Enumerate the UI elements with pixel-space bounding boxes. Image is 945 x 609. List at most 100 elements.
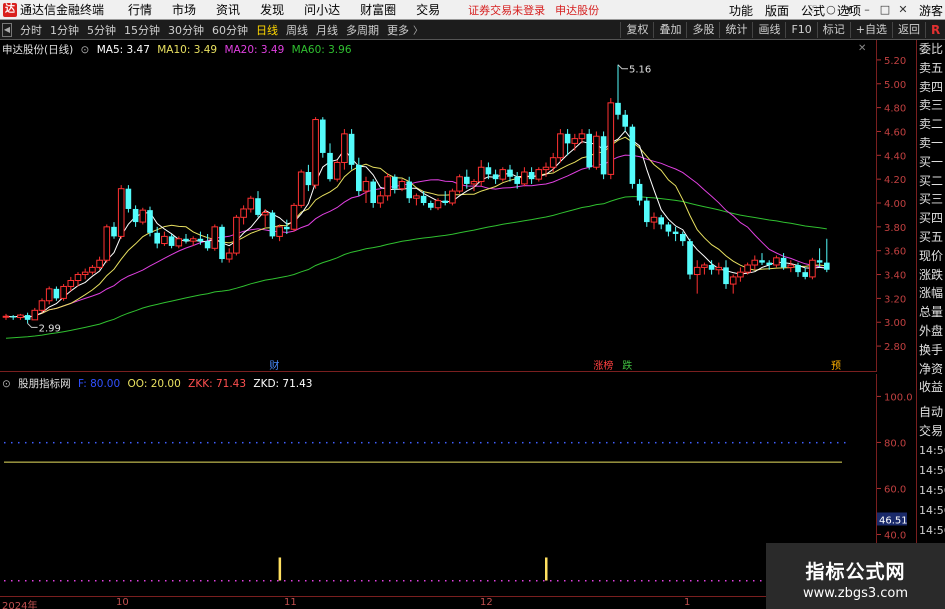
candle-body (693, 266, 701, 276)
auto-trade-label[interactable]: 自动 (917, 403, 945, 422)
price-tick-label: 3.00 (884, 318, 906, 329)
f-dot (102, 441, 104, 444)
oo-dot (718, 579, 720, 582)
oo-dot (557, 579, 559, 582)
oo-dot (725, 579, 727, 582)
auto-trade-label[interactable]: 交易 (917, 422, 945, 441)
f10-button[interactable]: F10 (785, 22, 816, 38)
period-weekly[interactable]: 周线 (282, 22, 312, 38)
oo-dot (46, 579, 48, 582)
add-watchlist-button[interactable]: +自选 (849, 22, 892, 38)
f-dot (508, 441, 510, 444)
f-dot (606, 441, 608, 444)
oo-dot (11, 579, 13, 582)
restore-right-button[interactable]: 复权 (620, 22, 653, 38)
candle-body (189, 238, 197, 242)
period-daily[interactable]: 日线 (252, 22, 282, 38)
f-dot (165, 441, 167, 444)
period-more[interactable]: 更多 (383, 22, 413, 38)
candle-body (10, 316, 16, 318)
f-dot (207, 441, 209, 444)
period-60min[interactable]: 60分钟 (208, 22, 252, 38)
oo-dot (564, 579, 566, 582)
oo-dot (732, 579, 734, 582)
indicator-pane[interactable]: ⊙ 股朋指标网 F: 80.00 OO: 20.00 ZKK: 71.43 ZK… (0, 374, 876, 596)
settings-icon[interactable]: ○ (825, 4, 837, 16)
menu-item-wealth[interactable]: 财富圈 (350, 1, 406, 18)
f-dot (67, 441, 69, 444)
period-multi[interactable]: 多周期 (342, 22, 383, 38)
oo-dot (508, 579, 510, 582)
oo-dot (18, 579, 20, 582)
trade-time: 14:56 (919, 463, 945, 477)
menu-item-function[interactable]: 功能 (723, 2, 759, 19)
low-pointer (27, 323, 38, 328)
minimize-icon[interactable]: – (861, 4, 873, 16)
oo-dot (760, 579, 762, 582)
menu-item-markets[interactable]: 市场 (162, 1, 206, 18)
candle-body (413, 195, 420, 199)
candle-body (398, 181, 406, 190)
menu-item-trade[interactable]: 交易 (406, 1, 450, 18)
overlay-button[interactable]: 叠加 (653, 22, 686, 38)
signal-bar (545, 557, 548, 581)
period-30min[interactable]: 30分钟 (164, 22, 208, 38)
oo-dot (480, 579, 482, 582)
close-icon[interactable]: ✕ (897, 4, 909, 16)
candle-body (636, 183, 643, 201)
period-15min[interactable]: 15分钟 (120, 22, 164, 38)
f-dot (711, 441, 713, 444)
multi-stock-button[interactable]: 多股 (686, 22, 719, 38)
r-indicator[interactable]: R (925, 22, 945, 38)
draw-line-button[interactable]: 画线 (752, 22, 785, 38)
help-icon[interactable]: ♡ (807, 4, 819, 16)
candle-body (751, 259, 759, 266)
menu-item-discover[interactable]: 发现 (250, 1, 294, 18)
oo-dot (284, 579, 286, 582)
oo-dot (536, 579, 538, 582)
menu-item-ask[interactable]: 问小达 (294, 1, 350, 18)
oo-dot (550, 579, 552, 582)
trade-time: 14:56 (919, 523, 945, 537)
indicator-tick-label: 60.0 (884, 484, 906, 495)
event-marker: 预 (831, 360, 841, 372)
f-dot (501, 441, 503, 444)
candle-body (333, 161, 341, 180)
window-buttons: ♡ ○ ▾ – □ ✕ 游客 (807, 0, 943, 20)
guest-label[interactable]: 游客 (919, 2, 943, 19)
period-monthly[interactable]: 月线 (312, 22, 342, 38)
candle-body (183, 238, 189, 242)
dropdown-icon[interactable]: ▾ (843, 4, 855, 16)
mark-button[interactable]: 标记 (816, 22, 850, 38)
ma5-line (5, 130, 827, 318)
oo-dot (417, 579, 419, 582)
close-pane-icon[interactable]: ✕ (858, 43, 866, 54)
legend-toggle-icon[interactable]: ⊙ (81, 44, 90, 56)
menu-item-layout[interactable]: 版面 (759, 2, 795, 19)
indicator-chart[interactable] (0, 374, 876, 596)
login-notice[interactable]: 证券交易未登录 (468, 2, 545, 18)
back-button[interactable]: 返回 (892, 22, 925, 38)
candle-body (60, 285, 67, 299)
indicator-toggle-icon[interactable]: ⊙ (2, 378, 11, 390)
menu-item-market[interactable]: 行情 (118, 1, 162, 18)
indicator-legend: ⊙ 股朋指标网 F: 80.00 OO: 20.00 ZKK: 71.43 ZK… (2, 376, 317, 391)
candle-body (96, 259, 103, 268)
maximize-icon[interactable]: □ (879, 4, 891, 16)
period-1min[interactable]: 1分钟 (46, 22, 83, 38)
indicator-tick-label: 80.0 (884, 438, 906, 449)
period-5min[interactable]: 5分钟 (83, 22, 120, 38)
f-dot (249, 441, 251, 444)
menu-item-news[interactable]: 资讯 (206, 1, 250, 18)
period-intraday[interactable]: 分时 (16, 22, 46, 38)
candlestick-chart[interactable]: 5.16 2.99 财 涨榜跌 预 (0, 40, 876, 372)
toolbar-left-arrow-icon[interactable]: ◀ (2, 22, 12, 37)
oo-dot (515, 579, 517, 582)
main-chart-pane[interactable]: 5.16 2.99 财 涨榜跌 预 申达股份(日线) ⊙ MA5: 3.47 MA10:… (0, 40, 876, 372)
statistics-button[interactable]: 统计 (719, 22, 752, 38)
ma60-legend: MA60: 3.96 (291, 44, 352, 56)
candle-body (485, 167, 492, 175)
oo-dot (305, 579, 307, 582)
more-chevron-icon[interactable]: 〉 (413, 22, 423, 37)
candle-body (557, 133, 564, 159)
